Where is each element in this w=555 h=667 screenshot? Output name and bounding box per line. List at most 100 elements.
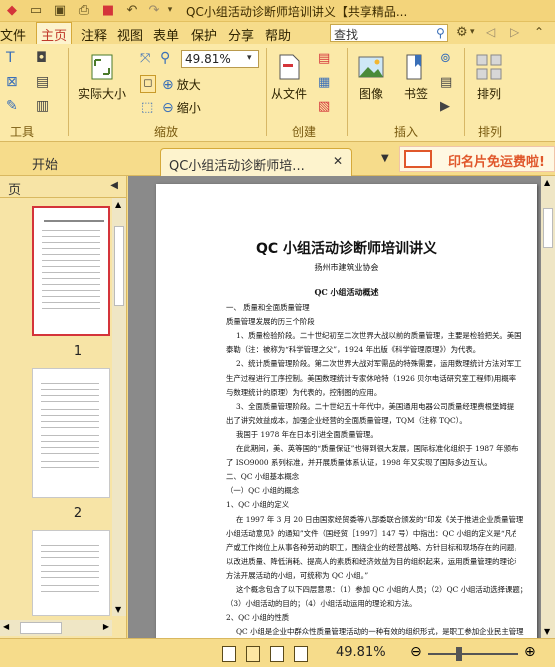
document-line: 3、全面质量管理阶段。二十世纪五十年代中，美国通用电器公司质量经理费根堡姆提 <box>236 401 515 411</box>
close-tab-icon[interactable]: ✕ <box>333 154 343 168</box>
menu-share[interactable]: 分享 <box>228 25 254 44</box>
page-thumbnail-3[interactable] <box>32 530 110 616</box>
panel-header: 页 ◀ <box>0 176 126 198</box>
ribbon: T ◘ ⊠ ▤ ✎ ▥ 工具 实际大小 ⤧ ⚲ 49.81% ▾ ◻ ⊕ 放大 … <box>0 44 555 142</box>
divider <box>68 48 69 136</box>
facing-view-icon[interactable] <box>270 646 284 662</box>
single-page-view-icon[interactable] <box>222 646 236 662</box>
menu-home[interactable]: 主页 <box>36 22 73 44</box>
status-zoom-out-icon[interactable]: ⊖ <box>410 644 422 660</box>
link-icon[interactable]: ⊚ <box>440 51 451 66</box>
form-icon[interactable]: ▥ <box>36 98 49 114</box>
scanner-icon[interactable]: ▦ <box>318 75 330 90</box>
thumbnail-vertical-scrollbar[interactable]: ▲ ▼ <box>112 198 126 616</box>
back-icon[interactable]: ◁ <box>486 25 495 39</box>
document-line: （一）QC 小组的概念 <box>226 486 300 496</box>
hand-tool-icon[interactable]: ◻ <box>140 75 156 93</box>
save-icon[interactable]: ▣ <box>52 2 68 18</box>
zoom-dropdown-chevron-icon[interactable]: ▾ <box>247 53 252 63</box>
from-file-label: 从文件 <box>271 87 308 101</box>
scroll-thumb[interactable] <box>114 226 124 306</box>
bookmark-icon <box>406 54 422 80</box>
business-card-icon <box>404 150 432 168</box>
scroll-up-icon[interactable]: ▲ <box>115 200 121 209</box>
menu-comment[interactable]: 注释 <box>81 25 107 44</box>
combine-icon[interactable]: ▧ <box>318 99 330 114</box>
document-line: 1、质量检验阶段。二十世纪初至二次世界大战以前的质量管理，主要是检验把关。美国 <box>236 331 522 341</box>
collapse-panel-icon[interactable]: ◀ <box>110 180 118 191</box>
menu-form[interactable]: 表单 <box>153 25 179 44</box>
undo-icon[interactable]: ↶ <box>124 2 140 18</box>
tab-list-chevron-icon[interactable]: ▼ <box>381 153 389 164</box>
search-input[interactable]: 查找 <box>330 24 448 42</box>
document-vertical-scrollbar[interactable]: ▲ ▼ <box>541 176 555 638</box>
group-zoom-label: 缩放 <box>154 125 179 139</box>
scroll-thumb[interactable] <box>543 208 553 248</box>
page-thumbnail-2[interactable] <box>32 368 110 498</box>
customize-chevron-icon[interactable]: ▾ <box>162 2 178 18</box>
zoom-out-button[interactable]: ⊖ 缩小 <box>162 99 201 116</box>
annotate-icon[interactable]: ✎ <box>6 98 18 114</box>
pdf-icon[interactable]: ■ <box>100 2 116 18</box>
status-zoom-in-icon[interactable]: ⊕ <box>524 644 536 660</box>
image-label: 图像 <box>358 87 383 101</box>
type-tool-icon[interactable]: T <box>6 50 15 66</box>
select-text-icon[interactable]: ⊠ <box>6 74 18 90</box>
from-file-icon <box>279 54 300 80</box>
scroll-down-icon[interactable]: ▼ <box>115 605 121 614</box>
redo-icon[interactable]: ↷ <box>146 2 162 18</box>
arrange-button[interactable]: 排列 <box>474 52 504 102</box>
camera-icon[interactable]: ◘ <box>36 50 47 66</box>
marquee-zoom-icon[interactable]: ⬚ <box>141 100 153 115</box>
actual-size-button[interactable]: 实际大小 <box>78 52 126 102</box>
menu-file[interactable]: 文件 <box>0 25 26 44</box>
search-icon[interactable]: ⚲ <box>436 26 445 40</box>
gear-icon[interactable]: ⚙ <box>456 25 468 40</box>
panel-title: 页 <box>8 183 22 198</box>
menu-help[interactable]: 帮助 <box>265 25 291 44</box>
menu-protect[interactable]: 保护 <box>191 25 217 44</box>
forward-icon[interactable]: ▷ <box>510 25 519 39</box>
menu-view[interactable]: 视图 <box>117 25 143 44</box>
attachment-icon[interactable]: ▤ <box>440 75 452 90</box>
document-line: 泰勒（注：被称为“科学管理之父”，1924 年出版《科学管理原理》）为代表。 <box>226 345 481 355</box>
zoom-icon[interactable]: ⚲ <box>160 50 170 66</box>
document-title: QC 小组活动诊断师培训讲义 <box>255 241 438 257</box>
video-icon[interactable]: ▶ <box>440 99 450 114</box>
group-arrange-label: 排列 <box>478 125 503 139</box>
promo-banner[interactable]: 印名片免运费啦! <box>399 146 555 172</box>
edit-icon[interactable]: ▤ <box>36 74 49 90</box>
scroll-right-icon[interactable]: ▶ <box>103 622 109 631</box>
document-line: 质量管理发展的历三个阶段 <box>226 317 315 327</box>
create-blank-icon[interactable]: ▤ <box>318 51 330 66</box>
document-line: 在 1997 年 3 月 20 日由国家经贸委等八部委联合颁发的“印发《关于推进… <box>236 514 524 524</box>
zoom-in-button[interactable]: ⊕ 放大 <box>162 76 201 93</box>
scroll-thumb[interactable] <box>20 622 62 634</box>
scroll-left-icon[interactable]: ◀ <box>3 622 9 631</box>
document-line: 与数理统计的原理）为代表的，控制图的应用。 <box>226 387 382 397</box>
zoom-slider-handle[interactable] <box>456 647 462 661</box>
settings-chevron-icon[interactable]: ▾ <box>470 27 475 37</box>
fit-page-icon[interactable]: ⤧ <box>140 51 150 66</box>
document-line: 二、QC 小组基本概念 <box>226 472 300 482</box>
scroll-down-icon[interactable]: ▼ <box>544 627 550 636</box>
continuous-view-icon[interactable] <box>246 646 260 662</box>
divider <box>347 48 348 136</box>
scroll-up-icon[interactable]: ▲ <box>544 178 550 187</box>
open-icon[interactable]: ▭ <box>28 2 44 18</box>
page-thumbnail-1[interactable] <box>32 206 110 336</box>
from-file-button[interactable]: 从文件 <box>271 52 307 102</box>
image-button[interactable]: 图像 <box>356 52 386 102</box>
continuous-facing-view-icon[interactable] <box>294 646 308 662</box>
tab-document[interactable]: QC小组活动诊断师培... ✕ <box>160 148 352 176</box>
thumbnail-horizontal-scrollbar[interactable]: ◀ ▶ <box>0 620 112 636</box>
document-viewer[interactable]: QC 小组活动诊断师培训讲义 扬州市建筑业协会 QC 小组活动概述 一、 质量和… <box>128 176 541 644</box>
zoom-out-icon: ⊖ <box>162 99 174 116</box>
bookmark-button[interactable]: 书签 <box>401 52 431 102</box>
tab-start[interactable]: 开始 <box>24 148 66 176</box>
document-line: 了 ISO9000 系列标准，并开展质量体系认证，1998 年又实现了国际多边互… <box>226 458 492 468</box>
group-create-label: 创建 <box>292 125 317 139</box>
collapse-ribbon-icon[interactable]: ⌃ <box>534 25 544 39</box>
zoom-slider[interactable] <box>428 653 518 655</box>
print-icon[interactable]: ⎙ <box>76 2 92 18</box>
